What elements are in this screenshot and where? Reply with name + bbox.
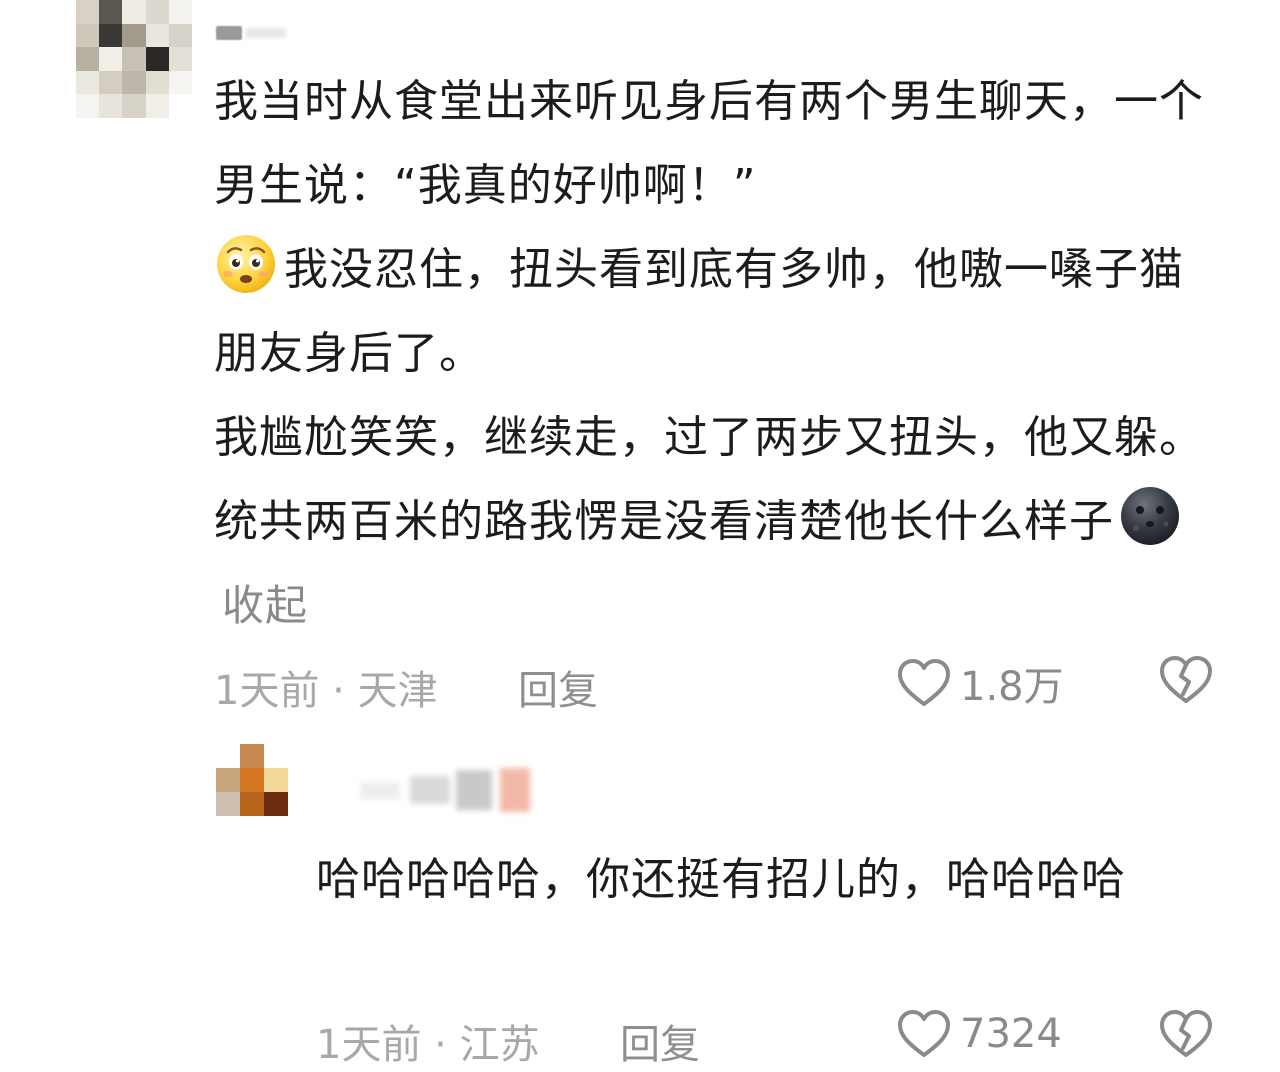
reply-username-blurred[interactable] (360, 768, 550, 816)
reply-like-count: 7324 (960, 1011, 1062, 1057)
like-count: 1.8万 (960, 664, 1064, 710)
reply-meta: 1天前 · 江苏 回复 7324 (316, 1010, 1236, 1072)
reply-like-button[interactable]: 7324 (896, 1008, 1062, 1060)
reply-text: 哈哈哈哈哈，你还挺有招儿的，哈哈哈哈 (316, 838, 1236, 922)
like-button[interactable]: 1.8万 (896, 654, 1064, 712)
comment-meta: 1天前 · 天津 回复 1.8万 (214, 652, 1214, 714)
comment-paragraph-2: 我没忍住，扭头看到底有多帅，他嗷一嗓子猫朋友身后了。 (214, 228, 1204, 396)
reply-avatar[interactable] (216, 744, 288, 816)
comment-paragraph-3-text: 我尴尬笑笑，继续走，过了两步又扭头，他又躲。统共两百米的路我愣是没看清楚他长什么… (214, 412, 1204, 547)
reply-button[interactable]: 回复 (518, 658, 598, 716)
heart-icon (898, 1010, 950, 1057)
reply-time-location: 1天前 · 江苏 (316, 1022, 540, 1068)
sweat-face-icon (217, 235, 275, 293)
dislike-button[interactable] (1158, 654, 1214, 716)
comment-paragraph-2-text: 我没忍住，扭头看到底有多帅，他嗷一嗓子猫朋友身后了。 (214, 244, 1184, 379)
broken-heart-icon (1160, 1010, 1212, 1057)
reply-paragraph-1: 哈哈哈哈哈，你还挺有招儿的，哈哈哈哈 (316, 854, 1126, 905)
collapse-link[interactable]: 收起 (222, 581, 308, 630)
time-location: 1天前 · 天津 (214, 668, 438, 714)
reply-reply-button[interactable]: 回复 (620, 1012, 700, 1070)
comment-paragraph-1: 我当时从食堂出来听见身后有两个男生聊天，一个男生说：“我真的好帅啊！” (214, 76, 1204, 211)
avatar[interactable] (76, 0, 192, 118)
broken-heart-icon (1160, 656, 1212, 703)
heart-icon (898, 659, 950, 706)
comment-text: 我当时从食堂出来听见身后有两个男生聊天，一个男生说：“我真的好帅啊！” 我没忍住… (214, 60, 1204, 648)
comment-paragraph-3: 我尴尬笑笑，继续走，过了两步又扭头，他又躲。统共两百米的路我愣是没看清楚他长什么… (214, 396, 1204, 648)
username-blurred[interactable] (216, 26, 242, 40)
dark-moon-face-icon (1121, 487, 1179, 545)
reply-dislike-button[interactable] (1158, 1008, 1214, 1070)
